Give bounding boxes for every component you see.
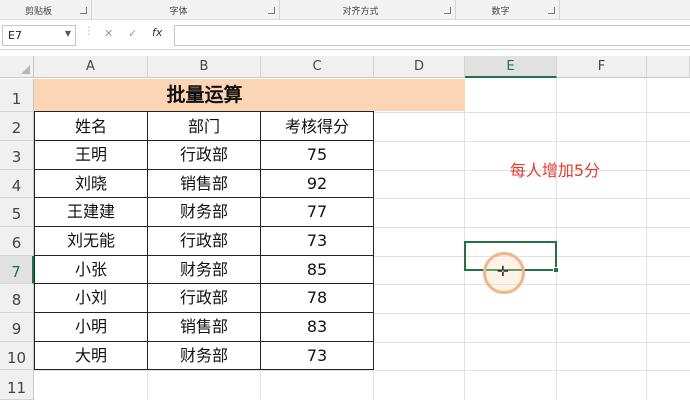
confirm-icon[interactable]: ✓ [128,27,137,40]
table-cell[interactable]: 销售部 [148,170,261,198]
table-cell[interactable]: 85 [261,256,374,284]
ribbon-group-bar: 剪贴板 字体 对齐方式 数字 [0,0,690,20]
table-cell[interactable]: 92 [261,170,374,198]
table-cell[interactable]: 小刘 [34,284,148,313]
row-header-9[interactable]: 9 [0,313,34,342]
number-launcher-icon[interactable] [548,7,555,14]
grid-line [556,79,557,400]
ribbon-group-clipboard-label: 剪贴板 [24,7,52,17]
header-cell-name[interactable]: 姓名 [34,111,148,141]
table-cell[interactable]: 83 [261,313,374,342]
row-header-8[interactable]: 8 [0,284,34,313]
table-cell[interactable]: 王建建 [34,198,148,227]
column-header-c[interactable]: C [261,56,374,78]
formula-bar: E7 ▼ ⋮ ✕ ✓ fx [0,21,690,50]
ribbon-group-font: 字体 [92,0,280,20]
column-header-a[interactable]: A [34,56,148,78]
column-header-d[interactable]: D [374,56,465,78]
cell-cursor-icon: ✛ [497,264,509,280]
grid-line [34,370,690,371]
column-header-b[interactable]: B [148,56,261,78]
table-cell[interactable]: 销售部 [148,313,261,342]
column-header-f[interactable]: F [557,56,647,78]
ribbon-group-number-label: 数字 [491,7,510,17]
row-header-3[interactable]: 3 [0,141,34,170]
header-cell-score[interactable]: 考核得分 [261,111,374,141]
table-cell[interactable]: 财务部 [148,342,261,370]
ribbon-group-font-label: 字体 [169,7,188,17]
row-header-2[interactable]: 2 [0,112,34,141]
ribbon-group-clipboard: 剪贴板 [0,0,92,20]
note-text[interactable]: 每人增加5分 [480,157,630,181]
name-box[interactable]: E7 ▼ [2,25,76,46]
insert-function-icon[interactable]: fx [152,26,162,39]
select-all-button[interactable] [0,56,34,78]
chevron-down-icon[interactable]: ▼ [65,29,71,38]
grid-line [646,79,647,400]
ribbon-group-alignment-label: 对齐方式 [342,7,379,17]
table-cell[interactable]: 77 [261,198,374,227]
table-cell[interactable]: 行政部 [148,141,261,170]
table-cell[interactable]: 王明 [34,141,148,170]
title-cell[interactable]: 批量运算 [34,79,465,111]
formula-input[interactable] [174,25,690,46]
row-header-5[interactable]: 5 [0,198,34,227]
clipboard-launcher-icon[interactable] [80,7,87,14]
table-cell[interactable]: 大明 [34,342,148,370]
more-options-icon[interactable]: ⋮ [84,26,94,37]
header-cell-dept[interactable]: 部门 [148,111,261,141]
table-cell[interactable]: 财务部 [148,256,261,284]
ribbon-group-alignment: 对齐方式 [280,0,456,20]
name-box-value: E7 [8,29,22,42]
font-launcher-icon[interactable] [268,7,275,14]
table-cell[interactable]: 小明 [34,313,148,342]
row-header-7[interactable]: 7 [0,256,34,284]
table-cell[interactable]: 73 [261,227,374,256]
column-header-e[interactable]: E [465,56,557,78]
table-cell[interactable]: 刘无能 [34,227,148,256]
table-cell[interactable]: 75 [261,141,374,170]
table-cell[interactable]: 行政部 [148,227,261,256]
alignment-launcher-icon[interactable] [444,7,451,14]
cancel-icon[interactable]: ✕ [104,27,113,40]
table-cell[interactable]: 78 [261,284,374,313]
column-header-g[interactable]: G [647,56,690,78]
table-cell[interactable]: 刘晓 [34,170,148,198]
row-header-11[interactable]: 11 [0,370,34,400]
table-cell[interactable]: 财务部 [148,198,261,227]
table-cell[interactable]: 73 [261,342,374,370]
fill-handle[interactable] [553,267,559,273]
row-header-1[interactable]: 1 [0,79,34,112]
row-header-10[interactable]: 10 [0,342,34,370]
row-header-4[interactable]: 4 [0,170,34,198]
grid-line [464,79,465,400]
table-cell[interactable]: 小张 [34,256,148,284]
row-header-6[interactable]: 6 [0,227,34,256]
ribbon-group-number: 数字 [456,0,560,20]
select-all-triangle-icon [21,65,30,74]
table-cell[interactable]: 行政部 [148,284,261,313]
